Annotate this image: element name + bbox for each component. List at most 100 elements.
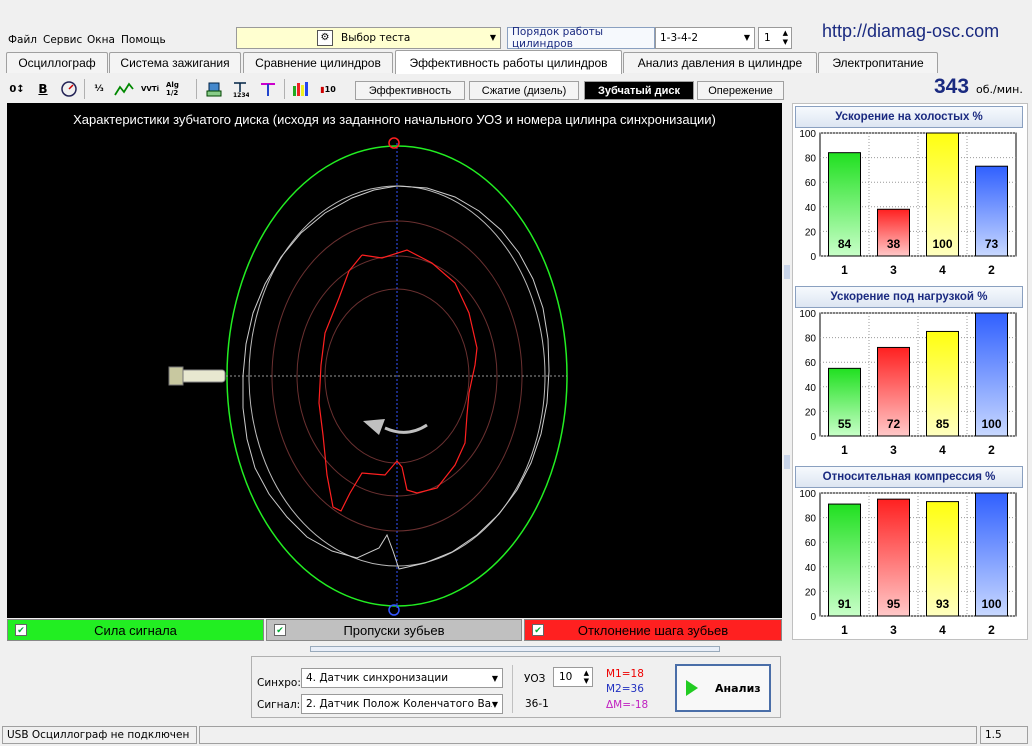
tab-pressure-analysis[interactable]: Анализ давления в цилиндре bbox=[623, 52, 817, 73]
y-tick-label: 60 bbox=[805, 538, 817, 549]
sync-label: Синхро: bbox=[257, 677, 301, 689]
bar-value-label: 38 bbox=[887, 237, 901, 251]
rpm-icon[interactable] bbox=[58, 78, 80, 100]
bar-value-label: 95 bbox=[887, 597, 901, 611]
category-label: 4 bbox=[939, 623, 946, 637]
status-middle bbox=[199, 726, 977, 744]
cyl-order-label: Порядок работы цилиндров bbox=[507, 26, 655, 50]
bar-charts: 0204060801008413831004732020406080100551… bbox=[799, 129, 1017, 637]
y-tick-label: 80 bbox=[805, 154, 817, 165]
rotation-arrowhead-icon bbox=[363, 419, 385, 435]
side-splitter-bottom[interactable] bbox=[784, 455, 790, 469]
cyl-spin-value: 1 bbox=[764, 32, 771, 44]
y-tick-label: 40 bbox=[805, 383, 817, 394]
y-tick-label: 60 bbox=[805, 178, 817, 189]
menu-windows[interactable]: Окна bbox=[87, 34, 115, 46]
uoz-spinner[interactable]: 10 ▲ ▼ bbox=[553, 667, 593, 687]
tab-power[interactable]: Электропитание bbox=[818, 52, 938, 73]
analyze-button[interactable]: Анализ bbox=[675, 664, 771, 712]
y-tick-label: 0 bbox=[810, 432, 816, 443]
legend-signal-strength[interactable]: ✔ Сила сигнала bbox=[7, 619, 264, 641]
controls-divider bbox=[512, 665, 513, 713]
tab-ignition[interactable]: Система зажигания bbox=[109, 52, 241, 73]
test-select[interactable]: ⚙ Выбор теста ▼ bbox=[236, 27, 501, 49]
y-tick-label: 0 bbox=[810, 252, 816, 263]
y-tick-label: 40 bbox=[805, 203, 817, 214]
cyl-spin[interactable]: 1 ▲ ▼ bbox=[758, 27, 792, 49]
m1-value: M1=18 bbox=[606, 668, 644, 680]
chevron-down-icon: ▼ bbox=[743, 33, 750, 42]
rpm-value: 343 bbox=[934, 75, 970, 98]
scale-icon[interactable]: 0↕ bbox=[6, 78, 28, 100]
site-url[interactable]: http://diamag-osc.com bbox=[822, 21, 999, 42]
svg-text:1234: 1234 bbox=[233, 92, 249, 98]
y-tick-label: 100 bbox=[799, 309, 816, 320]
legend-missing-teeth[interactable]: ✔ Пропуски зубьев bbox=[266, 619, 522, 641]
signal-label: Сигнал: bbox=[257, 699, 301, 711]
y-tick-label: 20 bbox=[805, 587, 817, 598]
app-window: Файл Сервис Окна Помощь ⚙ Выбор теста ▼ … bbox=[0, 0, 1032, 746]
teeth-config: 36-1 bbox=[525, 698, 549, 710]
chevron-down-icon: ▼ bbox=[491, 700, 498, 709]
uoz-label: УОЗ bbox=[524, 673, 546, 685]
bars-icon[interactable] bbox=[290, 78, 312, 100]
subtab-efficiency[interactable]: Эффективность bbox=[355, 81, 465, 100]
sync-select[interactable]: 4. Датчик синхронизации ▼ bbox=[301, 668, 503, 688]
chevron-down-icon: ▼ bbox=[491, 674, 498, 683]
bar-value-label: 100 bbox=[932, 237, 952, 251]
checkbox-icon[interactable]: ✔ bbox=[532, 624, 544, 636]
collapse-splitter[interactable] bbox=[310, 646, 720, 652]
side-splitter-top[interactable] bbox=[784, 265, 790, 279]
bar-value-label: 100 bbox=[981, 417, 1001, 431]
engine-icon[interactable] bbox=[203, 78, 225, 100]
rpm-unit: об./мин. bbox=[976, 83, 1023, 96]
vvti-button[interactable]: VVTi bbox=[139, 78, 161, 100]
y-tick-label: 20 bbox=[805, 227, 817, 238]
menu-help[interactable]: Помощь bbox=[121, 34, 166, 46]
play-icon bbox=[686, 680, 698, 696]
legend-signal-strength-label: Сила сигнала bbox=[94, 622, 177, 638]
cyl-order-select[interactable]: 1-3-4-2 ▼ bbox=[655, 27, 755, 49]
wave-icon[interactable] bbox=[113, 78, 135, 100]
dm-value: ΔM=-18 bbox=[606, 699, 649, 711]
bar-value-label: 100 bbox=[981, 597, 1001, 611]
y-tick-label: 80 bbox=[805, 514, 817, 525]
menu-file[interactable]: Файл bbox=[8, 34, 37, 46]
t10-button[interactable]: ▮ 10 bbox=[317, 78, 339, 100]
signal-select[interactable]: 2. Датчик Полож Коленчатого Вал ▼ bbox=[301, 694, 503, 714]
category-label: 1 bbox=[841, 443, 848, 457]
status-version: 1.5 bbox=[980, 726, 1028, 744]
category-label: 1 bbox=[841, 263, 848, 277]
category-label: 3 bbox=[890, 263, 897, 277]
legend-tooth-pitch[interactable]: ✔ Отклонение шага зубьев bbox=[524, 619, 782, 641]
subtab-toothed-disc[interactable]: Зубчатый диск bbox=[584, 81, 694, 100]
bar-value-label: 85 bbox=[936, 417, 950, 431]
spin-arrows-icon: ▲ ▼ bbox=[583, 669, 589, 685]
bold-button[interactable]: B bbox=[32, 78, 54, 100]
category-label: 3 bbox=[890, 443, 897, 457]
toolbar-divider bbox=[84, 79, 85, 99]
menu-service[interactable]: Сервис bbox=[43, 34, 82, 46]
subtab-compression-diesel[interactable]: Сжатие (дизель) bbox=[469, 81, 579, 100]
y-tick-label: 40 bbox=[805, 563, 817, 574]
bar-value-label: 84 bbox=[838, 237, 852, 251]
m2-value: M2=36 bbox=[606, 683, 644, 695]
tab-oscilloscope[interactable]: Осциллограф bbox=[6, 52, 108, 73]
alg-button[interactable]: Alg 1/2 bbox=[166, 78, 192, 100]
category-label: 4 bbox=[939, 443, 946, 457]
tab-cylinder-efficiency[interactable]: Эффективность работы цилиндров bbox=[395, 50, 622, 74]
cylinder-order-icon[interactable]: ⅓ bbox=[88, 78, 110, 100]
sequence-icon[interactable]: 1234 bbox=[229, 78, 251, 100]
polar-plot bbox=[168, 137, 568, 616]
y-tick-label: 0 bbox=[810, 612, 816, 623]
tab-cylinder-compare[interactable]: Сравнение цилиндров bbox=[243, 52, 393, 73]
checkbox-icon[interactable]: ✔ bbox=[15, 624, 27, 636]
subtab-advance[interactable]: Опережение bbox=[697, 81, 784, 100]
analyze-label: Анализ bbox=[715, 681, 761, 695]
sync-select-value: 4. Датчик синхронизации bbox=[306, 672, 449, 684]
trigger-icon[interactable] bbox=[257, 78, 279, 100]
uoz-value: 10 bbox=[559, 671, 573, 683]
checkbox-icon[interactable]: ✔ bbox=[274, 624, 286, 636]
category-label: 4 bbox=[939, 263, 946, 277]
cyl-order-value: 1-3-4-2 bbox=[660, 32, 699, 44]
